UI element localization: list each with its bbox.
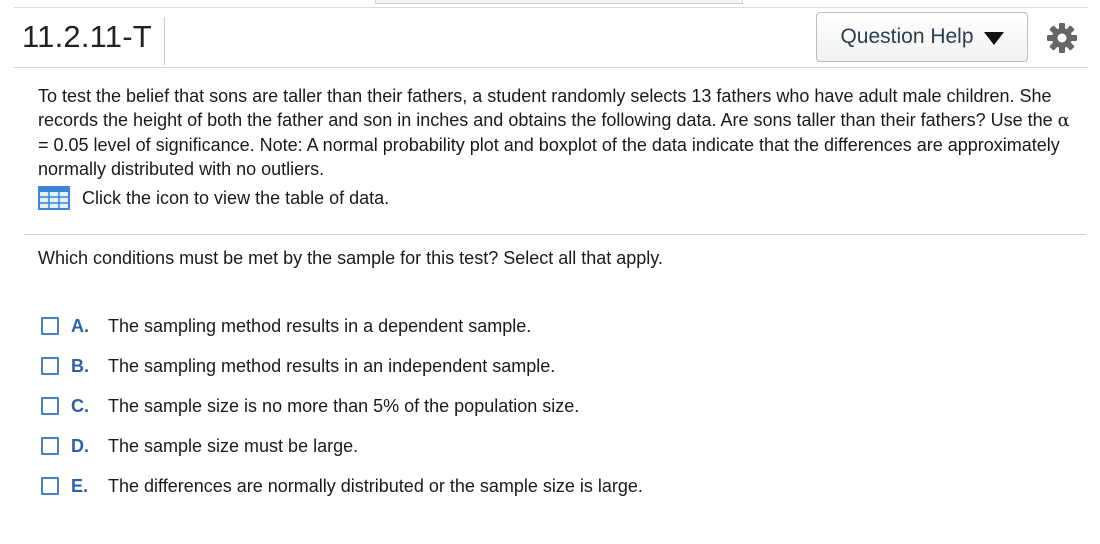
checkbox[interactable] xyxy=(41,397,59,415)
checkbox[interactable] xyxy=(41,437,59,455)
option-text: The differences are normally distributed… xyxy=(108,475,643,496)
checkbox[interactable] xyxy=(41,477,59,495)
answer-options: A. The sampling method results in a depe… xyxy=(41,306,643,506)
gear-icon[interactable] xyxy=(1046,22,1078,54)
question-help-button[interactable]: Question Help xyxy=(816,12,1028,62)
option-letter: B. xyxy=(71,355,89,376)
question-id: 11.2.11-T xyxy=(22,17,165,65)
top-tab-strip xyxy=(375,0,743,4)
problem-statement: To test the belief that sons are taller … xyxy=(38,86,1070,179)
header-bottom-divider xyxy=(14,67,1088,68)
alpha-symbol: α xyxy=(1057,110,1070,131)
option-text: The sample size is no more than 5% of th… xyxy=(108,395,580,416)
option-letter: D. xyxy=(71,435,89,456)
option-text: The sampling method results in a depende… xyxy=(108,315,532,336)
option-text: The sample size must be large. xyxy=(108,435,359,456)
data-link-text: Click the icon to view the table of data… xyxy=(82,187,390,208)
option-letter: A. xyxy=(71,315,89,336)
option-e[interactable]: E. The differences are normally distribu… xyxy=(41,466,643,506)
checkbox[interactable] xyxy=(41,317,59,335)
header-top-divider xyxy=(14,7,1088,8)
section-divider xyxy=(24,234,1086,235)
option-letter: E. xyxy=(71,475,89,496)
option-b[interactable]: B. The sampling method results in an ind… xyxy=(41,346,643,386)
option-letter: C. xyxy=(71,395,89,416)
option-a[interactable]: A. The sampling method results in a depe… xyxy=(41,306,643,346)
question-instruction: Which conditions must be met by the samp… xyxy=(38,248,663,268)
checkbox[interactable] xyxy=(41,357,59,375)
option-d[interactable]: D. The sample size must be large. xyxy=(41,426,643,466)
table-icon[interactable] xyxy=(38,186,70,210)
data-table-link[interactable]: Click the icon to view the table of data… xyxy=(38,186,389,210)
option-c[interactable]: C. The sample size is no more than 5% of… xyxy=(41,386,643,426)
option-text: The sampling method results in an indepe… xyxy=(108,355,556,376)
caret-down-icon xyxy=(983,32,1004,45)
question-help-label: Question Help xyxy=(840,25,974,48)
